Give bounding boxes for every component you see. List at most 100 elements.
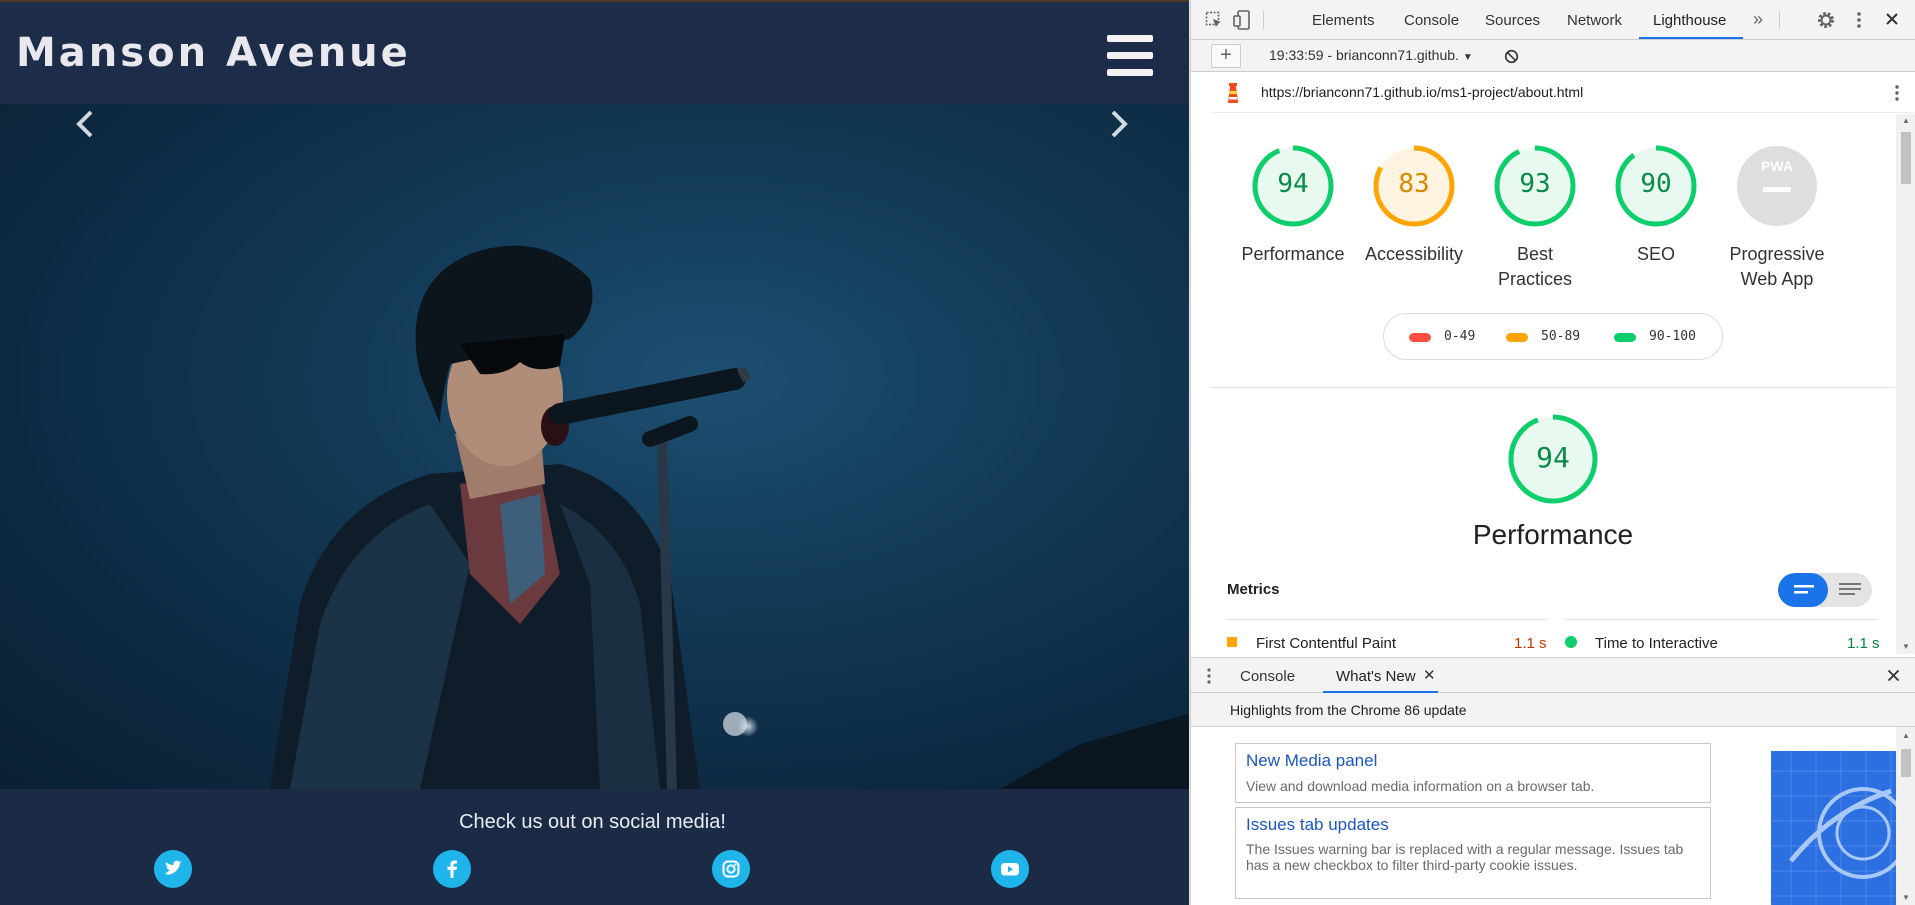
report-selector-label: 19:33:59 - brianconn71.github. [1269, 47, 1459, 63]
devtools-tab-bar: Elements Console Sources Network Lightho… [1191, 0, 1915, 40]
site-footer: Check us out on social media! [0, 789, 1189, 905]
metric-name: Time to Interactive [1595, 635, 1718, 652]
close-icon[interactable] [1885, 12, 1899, 26]
metrics-heading: Metrics [1227, 581, 1280, 598]
whats-new-scrollbar[interactable]: ▲ ▼ [1896, 727, 1915, 905]
scroll-up-arrow-icon[interactable]: ▲ [1902, 116, 1910, 125]
scroll-down-arrow-icon[interactable]: ▼ [1902, 893, 1910, 902]
expanded-view-icon[interactable] [1828, 573, 1872, 607]
close-tab-icon[interactable]: ✕ [1423, 666, 1436, 684]
tab-elements[interactable]: Elements [1312, 12, 1375, 29]
drawer-menu-icon[interactable] [1206, 667, 1212, 685]
news-item[interactable]: New Media panel View and download media … [1235, 743, 1711, 803]
site-header: Manson Avenue [0, 2, 1189, 104]
gauge-label: Best Practices [1497, 244, 1573, 289]
drawer-tab-console[interactable]: Console [1240, 668, 1295, 685]
report-menu-icon[interactable] [1893, 83, 1901, 103]
gauge-score: 83 [1398, 169, 1430, 199]
separator [1779, 11, 1780, 29]
more-options-icon[interactable] [1855, 10, 1863, 30]
legend-swatch-pass [1614, 333, 1636, 342]
whats-new-scrollbar-thumb[interactable] [1901, 749, 1911, 777]
legend-swatch-average [1506, 333, 1528, 342]
chevron-double-right-icon[interactable]: » [1753, 9, 1763, 30]
pwa-badge-icon [1737, 146, 1817, 226]
audited-url[interactable]: https://brianconn71.github.io/ms1-projec… [1261, 84, 1583, 100]
news-title[interactable]: New Media panel [1246, 751, 1377, 771]
gear-icon[interactable] [1816, 10, 1836, 30]
divider [1565, 619, 1877, 620]
device-toolbar-icon[interactable] [1233, 10, 1251, 30]
highlights-bar: Highlights from the Chrome 86 update [1191, 693, 1915, 727]
legend-range-pass: 90-100 [1649, 329, 1696, 344]
active-tab-indicator [1639, 37, 1743, 39]
news-description: View and download media information on a… [1246, 778, 1595, 794]
news-item[interactable]: Issues tab updates The Issues warning ba… [1235, 807, 1711, 899]
tab-console[interactable]: Console [1404, 12, 1459, 29]
promo-image [1771, 751, 1896, 905]
performance-section-gauge[interactable]: 94 [1483, 413, 1623, 505]
gauge-label: Performance [1241, 244, 1345, 264]
report-selector[interactable]: 19:33:59 - brianconn71.github. ▼ [1269, 47, 1473, 63]
website-viewport: Manson Avenue Check us out on social med… [0, 0, 1189, 905]
lighthouse-toolbar: + 19:33:59 - brianconn71.github. ▼ [1191, 40, 1915, 72]
tab-network[interactable]: Network [1567, 12, 1622, 29]
gauge-label: SEO [1636, 244, 1675, 264]
tab-lighthouse[interactable]: Lighthouse [1653, 12, 1726, 29]
news-description: The Issues warning bar is replaced with … [1246, 841, 1684, 873]
compact-view-icon[interactable] [1778, 573, 1828, 607]
performance-score: 94 [1536, 441, 1570, 474]
metric-value: 1.1 s [1847, 635, 1880, 652]
clear-icon[interactable] [1504, 49, 1519, 64]
separator [1263, 11, 1264, 29]
news-title[interactable]: Issues tab updates [1246, 815, 1389, 835]
metric-name: First Contentful Paint [1256, 635, 1397, 652]
gauge-performance[interactable]: 94 Performance [1233, 144, 1353, 267]
gauge-accessibility[interactable]: 83 Accessibility [1354, 144, 1474, 267]
drawer-tab-bar: Console What's New ✕ [1191, 657, 1915, 693]
scroll-up-arrow-icon[interactable]: ▲ [1902, 731, 1910, 740]
divider [1227, 619, 1547, 620]
performance-title: Performance [1472, 519, 1634, 550]
drawer-tab-whats-new[interactable]: What's New [1336, 668, 1416, 685]
legend-range-fail: 0-49 [1444, 329, 1476, 344]
devtools-panel: Elements Console Sources Network Lightho… [1190, 0, 1915, 905]
pass-circle-icon [1565, 636, 1577, 648]
lighthouse-url-bar: https://brianconn71.github.io/ms1-projec… [1211, 73, 1914, 113]
pwa-badge-text: PWA [1761, 158, 1793, 174]
lighthouse-report: 94 Performance 83 Accessibility 93 Best … [1211, 114, 1895, 654]
tab-sources[interactable]: Sources [1485, 12, 1540, 29]
facebook-icon[interactable] [433, 850, 471, 888]
gauge-label: Progressive Web App [1729, 244, 1825, 289]
report-scrollbar[interactable]: ▲ ▼ [1896, 114, 1915, 654]
whats-new-content: New Media panel View and download media … [1191, 727, 1915, 905]
gauge-pwa[interactable]: PWA Progressive Web App [1717, 144, 1837, 292]
divider [1211, 387, 1895, 388]
site-title[interactable]: Manson Avenue [16, 30, 411, 76]
metric-view-toggle[interactable] [1778, 573, 1872, 607]
legend-range-average: 50-89 [1541, 329, 1581, 344]
youtube-icon[interactable] [991, 850, 1029, 888]
social-heading: Check us out on social media! [459, 811, 726, 833]
twitter-icon[interactable] [154, 850, 192, 888]
hamburger-menu-icon[interactable] [1107, 35, 1153, 77]
instagram-icon[interactable] [712, 850, 750, 888]
report-scrollbar-thumb[interactable] [1901, 132, 1911, 184]
inspect-element-icon[interactable] [1205, 11, 1223, 29]
chevron-down-icon: ▼ [1462, 52, 1473, 63]
carousel-next-icon[interactable] [1098, 104, 1138, 144]
gauge-score: 94 [1277, 169, 1309, 199]
highlights-text: Highlights from the Chrome 86 update [1230, 702, 1467, 718]
metric-value: 1.1 s [1514, 635, 1547, 652]
gauge-score: 93 [1519, 169, 1551, 199]
new-report-button[interactable]: + [1211, 44, 1241, 68]
gauge-best-practices[interactable]: 93 Best Practices [1475, 144, 1595, 292]
lighthouse-logo-icon [1228, 83, 1238, 103]
gauge-score: 90 [1640, 169, 1672, 199]
average-square-icon [1227, 637, 1237, 647]
gauge-seo[interactable]: 90 SEO [1596, 144, 1716, 267]
carousel-prev-icon[interactable] [66, 104, 106, 144]
scroll-down-arrow-icon[interactable]: ▼ [1902, 642, 1910, 651]
gauge-label: Accessibility [1364, 244, 1464, 264]
close-drawer-icon[interactable] [1887, 669, 1900, 682]
